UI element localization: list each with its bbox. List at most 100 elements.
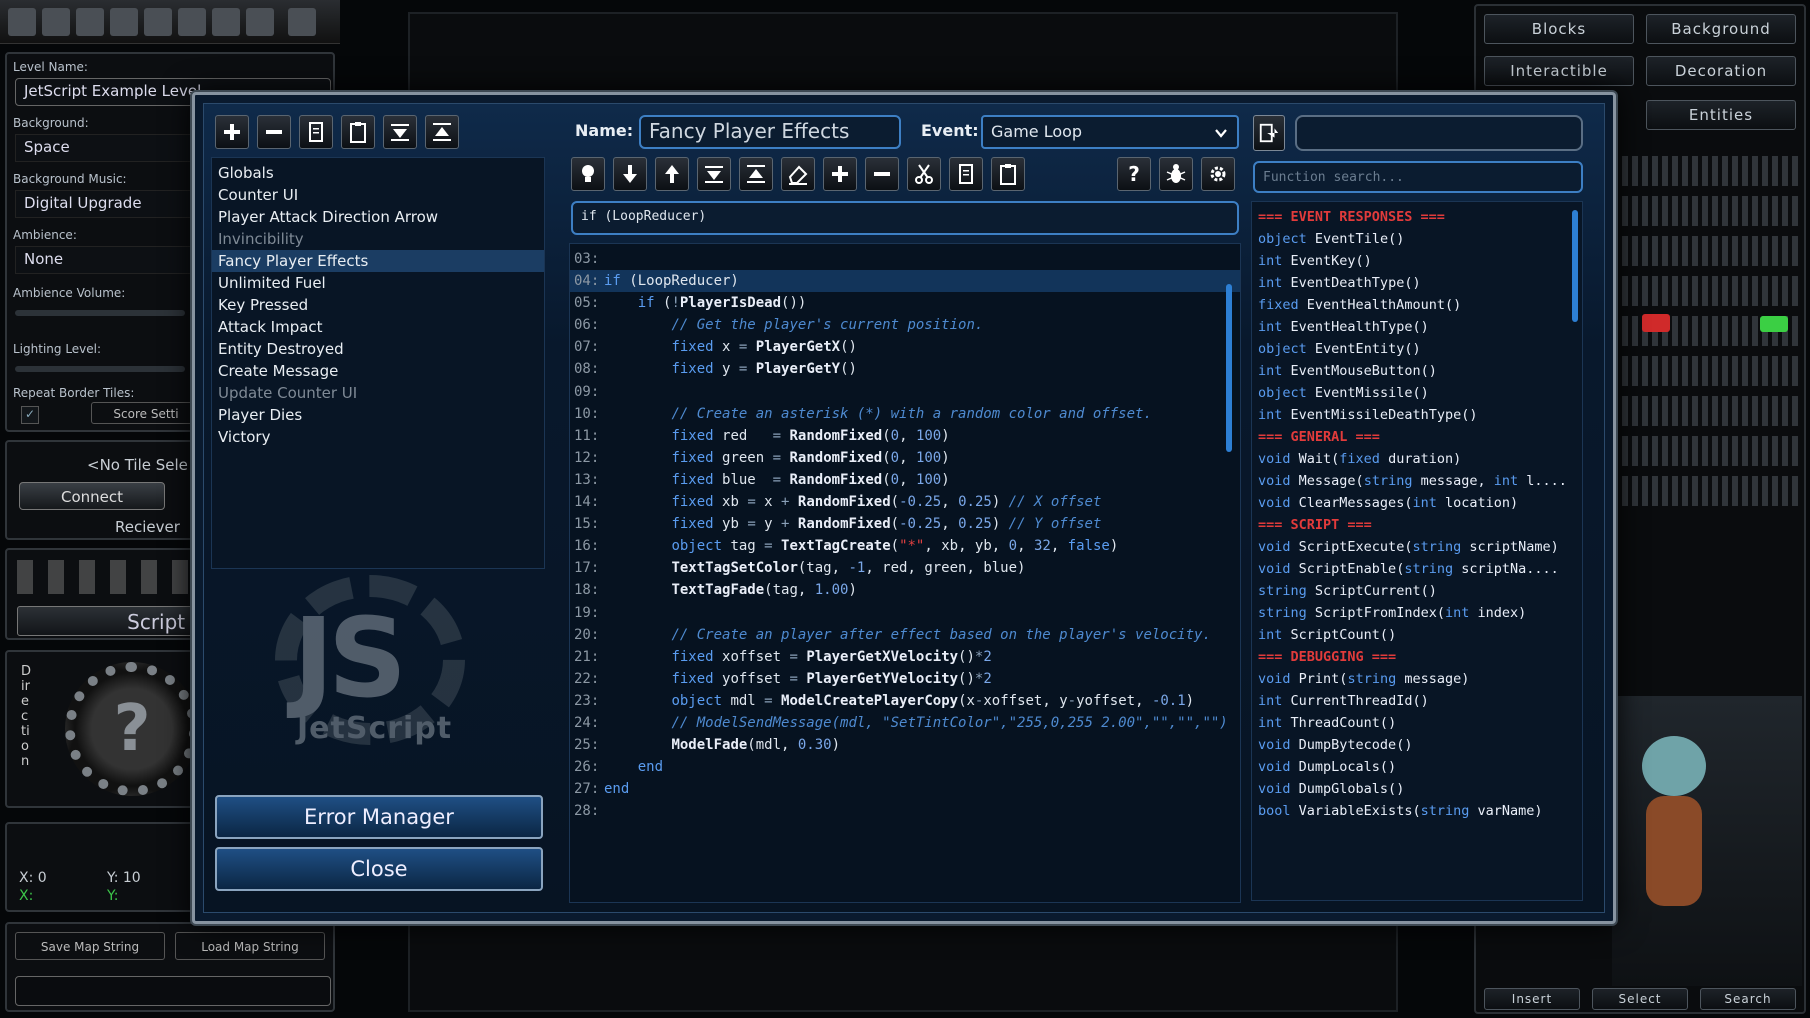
save-map-string-button[interactable]: Save Map String xyxy=(15,932,165,960)
function-category-header[interactable]: === SCRIPT === xyxy=(1258,514,1582,536)
function-entry[interactable]: void Wait(fixed duration) xyxy=(1258,448,1582,470)
code-editor[interactable]: 03: 04: if (LoopReducer) 05: if (!PlayerIsD… xyxy=(569,243,1241,903)
function-entry[interactable]: void DumpGlobals() xyxy=(1258,778,1582,800)
event-dropdown[interactable]: Game Loop xyxy=(981,115,1239,149)
name-field[interactable]: Fancy Player Effects xyxy=(639,115,901,149)
insert-button[interactable]: Insert xyxy=(1484,988,1580,1010)
code-line[interactable]: 21: fixed xoffset = PlayerGetXVelocity()… xyxy=(570,646,1240,668)
function-entry[interactable]: int ThreadCount() xyxy=(1258,712,1582,734)
code-line[interactable]: 22: fixed yoffset = PlayerGetYVelocity()… xyxy=(570,668,1240,690)
script-list-item[interactable]: Update Counter UI xyxy=(212,382,544,404)
function-scrollbar[interactable] xyxy=(1572,210,1578,322)
script-list-item[interactable]: Create Message xyxy=(212,360,544,382)
code-line[interactable]: 09: xyxy=(570,381,1240,403)
function-entry[interactable]: object EventEntity() xyxy=(1258,338,1582,360)
function-entry[interactable]: void DumpBytecode() xyxy=(1258,734,1582,756)
undo-icon[interactable] xyxy=(144,8,172,36)
function-entry[interactable]: object EventMissile() xyxy=(1258,382,1582,404)
function-entry[interactable]: int EventMissileDeathType() xyxy=(1258,404,1582,426)
open-icon[interactable] xyxy=(76,8,104,36)
tab-interactible[interactable]: Interactible xyxy=(1484,56,1634,86)
select-button[interactable]: Select xyxy=(1592,988,1688,1010)
code-line[interactable]: 26: end xyxy=(570,756,1240,778)
function-category-header[interactable]: === GENERAL === xyxy=(1258,426,1582,448)
red-tile[interactable] xyxy=(1642,314,1670,332)
script-list-item[interactable]: Counter UI xyxy=(212,184,544,206)
direction-dial[interactable]: ? xyxy=(65,662,199,796)
function-entry[interactable]: bool VariableExists(string varName) xyxy=(1258,800,1582,822)
close-button[interactable]: Close xyxy=(215,847,543,891)
code-line[interactable]: 28: xyxy=(570,800,1240,822)
code-line[interactable]: 16: object tag = TextTagCreate("*", xb, … xyxy=(570,535,1240,557)
copy-line-button[interactable] xyxy=(949,157,983,191)
debug-button[interactable] xyxy=(1159,157,1193,191)
function-entry[interactable]: string ScriptCurrent() xyxy=(1258,580,1582,602)
script-list-item[interactable]: Entity Destroyed xyxy=(212,338,544,360)
lighting-slider[interactable] xyxy=(15,366,185,372)
cut-button[interactable] xyxy=(907,157,941,191)
script-list-item[interactable]: Invincibility xyxy=(212,228,544,250)
remove-line-button[interactable] xyxy=(865,157,899,191)
ambience-volume-slider[interactable] xyxy=(15,310,185,316)
function-entry[interactable]: int EventKey() xyxy=(1258,250,1582,272)
function-entry[interactable]: void DumpLocals() xyxy=(1258,756,1582,778)
function-entry[interactable]: int CurrentThreadId() xyxy=(1258,690,1582,712)
function-entry[interactable]: int EventMouseButton() xyxy=(1258,360,1582,382)
erase-button[interactable] xyxy=(781,157,815,191)
green-tile[interactable] xyxy=(1760,316,1788,332)
code-line[interactable]: 18: TextTagFade(tag, 1.00) xyxy=(570,579,1240,601)
script-list-item[interactable]: Attack Impact xyxy=(212,316,544,338)
code-line[interactable]: 03: xyxy=(570,248,1240,270)
function-entry[interactable]: void ScriptExecute(string scriptName) xyxy=(1258,536,1582,558)
tab-entities[interactable]: Entities xyxy=(1646,100,1796,130)
function-category-header[interactable]: === EVENT RESPONSES === xyxy=(1258,206,1582,228)
export-field[interactable] xyxy=(1295,115,1583,151)
function-list[interactable]: === EVENT RESPONSES === object EventTile(… xyxy=(1251,201,1583,901)
add-script-button[interactable] xyxy=(215,115,249,149)
remove-script-button[interactable] xyxy=(257,115,291,149)
step-down-button[interactable] xyxy=(613,157,647,191)
function-entry[interactable]: object EventTile() xyxy=(1258,228,1582,250)
new-icon[interactable] xyxy=(42,8,70,36)
paste-script-button[interactable] xyxy=(341,115,375,149)
score-settings-button[interactable]: Score Setti xyxy=(91,402,201,424)
code-line[interactable]: 07: fixed x = PlayerGetX() xyxy=(570,336,1240,358)
code-scrollbar[interactable] xyxy=(1226,284,1232,452)
script-list-item[interactable]: Player Dies xyxy=(212,404,544,426)
code-line[interactable]: 10: // Create an asterisk (*) with a ran… xyxy=(570,403,1240,425)
connect-button[interactable]: Connect xyxy=(19,482,165,510)
tab-blocks[interactable]: Blocks xyxy=(1484,14,1634,44)
function-entry[interactable]: fixed EventHealthAmount() xyxy=(1258,294,1582,316)
move-line-up-button[interactable] xyxy=(739,157,773,191)
paste-line-button[interactable] xyxy=(991,157,1025,191)
code-line[interactable]: 13: fixed blue = RandomFixed(0, 100) xyxy=(570,469,1240,491)
copy-script-button[interactable] xyxy=(299,115,333,149)
save-icon[interactable] xyxy=(110,8,138,36)
search-button[interactable]: Search xyxy=(1700,988,1796,1010)
code-line[interactable]: 15: fixed yb = y + RandomFixed(-0.25, 0.… xyxy=(570,513,1240,535)
move-script-up-button[interactable] xyxy=(425,115,459,149)
error-manager-button[interactable]: Error Manager xyxy=(215,795,543,839)
map-string-field[interactable] xyxy=(15,976,331,1006)
code-line[interactable]: 24: // ModelSendMessage(mdl, "SetTintCol… xyxy=(570,712,1240,734)
move-script-down-button[interactable] xyxy=(383,115,417,149)
script-list-item[interactable]: Victory xyxy=(212,426,544,448)
repeat-border-checkbox[interactable]: ✓ xyxy=(21,406,39,424)
export-button[interactable] xyxy=(1253,115,1285,151)
script-list-item[interactable]: Globals xyxy=(212,162,544,184)
function-category-header[interactable]: === DEBUGGING === xyxy=(1258,646,1582,668)
close-icon[interactable] xyxy=(8,8,36,36)
video-icon[interactable] xyxy=(246,8,274,36)
script-list-item[interactable]: Player Attack Direction Arrow xyxy=(212,206,544,228)
code-line[interactable]: 20: // Create an player after effect bas… xyxy=(570,624,1240,646)
add-line-button[interactable] xyxy=(823,157,857,191)
code-line[interactable]: 11: fixed red = RandomFixed(0, 100) xyxy=(570,425,1240,447)
function-entry[interactable]: void ClearMessages(int location) xyxy=(1258,492,1582,514)
tab-decoration[interactable]: Decoration xyxy=(1646,56,1796,86)
code-line[interactable]: 23: object mdl = ModelCreatePlayerCopy(x… xyxy=(570,690,1240,712)
step-up-button[interactable] xyxy=(655,157,689,191)
code-line[interactable]: 14: fixed xb = x + RandomFixed(-0.25, 0.… xyxy=(570,491,1240,513)
code-line[interactable]: 12: fixed green = RandomFixed(0, 100) xyxy=(570,447,1240,469)
load-map-string-button[interactable]: Load Map String xyxy=(175,932,325,960)
function-entry[interactable]: int ScriptCount() xyxy=(1258,624,1582,646)
